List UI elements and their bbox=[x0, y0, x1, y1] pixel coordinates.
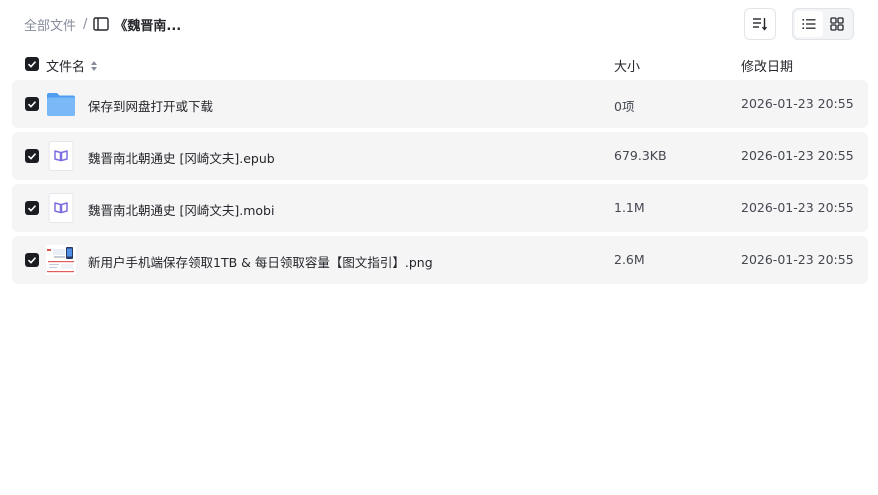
sort-caret-icon bbox=[91, 60, 98, 71]
breadcrumb-separator: / bbox=[83, 16, 88, 32]
breadcrumb: 全部文件 / 《魏晋南... bbox=[24, 14, 181, 34]
grid-view-button[interactable] bbox=[823, 11, 851, 37]
file-row[interactable]: 魏晋南北朝通史 [冈崎文夫].mobi 1.1M 2026-01-23 20:5… bbox=[12, 184, 868, 232]
file-size: 1.1M bbox=[614, 200, 645, 215]
image-thumbnail bbox=[46, 245, 76, 275]
column-header-name-label: 文件名 bbox=[46, 60, 86, 75]
row-checkbox[interactable] bbox=[25, 201, 39, 215]
list-view-icon bbox=[802, 19, 816, 29]
file-date: 2026-01-23 20:55 bbox=[741, 96, 854, 111]
file-date: 2026-01-23 20:55 bbox=[741, 252, 854, 267]
checkmark-icon bbox=[27, 101, 37, 108]
file-name[interactable]: 保存到网盘打开或下载 bbox=[88, 96, 213, 115]
ebook-file-icon bbox=[48, 141, 74, 171]
checkmark-icon bbox=[27, 257, 37, 264]
select-all-checkbox[interactable] bbox=[25, 57, 39, 71]
ebook-file-icon bbox=[48, 193, 74, 223]
file-name[interactable]: 魏晋南北朝通史 [冈崎文夫].epub bbox=[88, 148, 275, 167]
file-row[interactable]: 保存到网盘打开或下载 0项 2026-01-23 20:55 bbox=[12, 80, 868, 128]
row-checkbox[interactable] bbox=[25, 97, 39, 111]
column-header-date[interactable]: 修改日期 bbox=[741, 56, 793, 75]
row-checkbox[interactable] bbox=[25, 149, 39, 163]
file-name[interactable]: 魏晋南北朝通史 [冈崎文夫].mobi bbox=[88, 200, 274, 219]
file-size: 679.3KB bbox=[614, 148, 667, 163]
column-header-size[interactable]: 大小 bbox=[614, 56, 640, 75]
breadcrumb-current-folder: 《魏晋南... bbox=[114, 18, 182, 34]
file-date: 2026-01-23 20:55 bbox=[741, 200, 854, 215]
book-icon bbox=[93, 17, 110, 31]
file-row[interactable]: 魏晋南北朝通史 [冈崎文夫].epub 679.3KB 2026-01-23 2… bbox=[12, 132, 868, 180]
column-header-name[interactable]: 文件名 bbox=[46, 56, 98, 75]
file-size: 0项 bbox=[614, 99, 635, 114]
sort-icon bbox=[753, 18, 768, 31]
file-date: 2026-01-23 20:55 bbox=[741, 148, 854, 163]
file-size: 2.6M bbox=[614, 252, 645, 267]
file-name[interactable]: 新用户手机端保存领取1TB & 每日领取容量【图文指引】.png bbox=[88, 252, 433, 271]
breadcrumb-root-link[interactable]: 全部文件 bbox=[24, 15, 76, 34]
view-mode-toggle bbox=[792, 8, 854, 40]
file-row[interactable]: 新用户手机端保存领取1TB & 每日领取容量【图文指引】.png 2.6M 20… bbox=[12, 236, 868, 284]
table-header: 文件名 大小 修改日期 bbox=[12, 52, 868, 76]
checkmark-icon bbox=[27, 61, 37, 68]
checkmark-icon bbox=[27, 153, 37, 160]
list-view-button[interactable] bbox=[795, 11, 823, 37]
folder-icon bbox=[47, 93, 75, 116]
checkmark-icon bbox=[27, 205, 37, 212]
top-bar: 全部文件 / 《魏晋南... bbox=[0, 0, 878, 48]
sort-button[interactable] bbox=[744, 8, 776, 40]
grid-view-icon bbox=[830, 17, 844, 31]
row-checkbox[interactable] bbox=[25, 253, 39, 267]
